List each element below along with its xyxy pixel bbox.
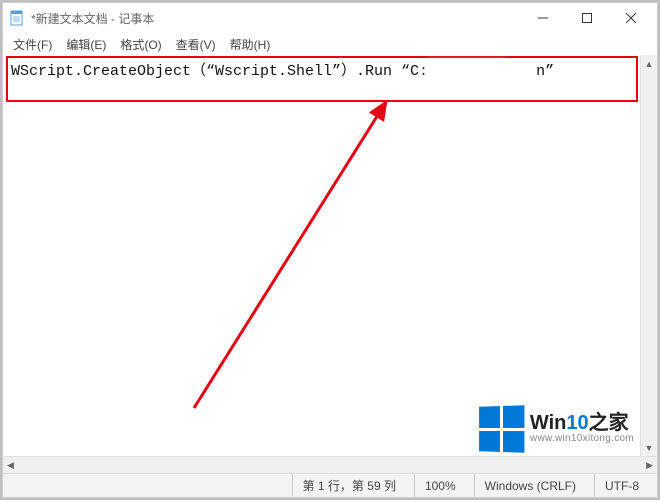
menu-format[interactable]: 格式(O) [114, 34, 167, 55]
notepad-icon [9, 10, 25, 26]
horizontal-scrollbar[interactable]: ◀ ▶ [3, 456, 657, 473]
scroll-right-icon[interactable]: ▶ [646, 460, 653, 471]
titlebar: *新建文本文档 - 记事本 [3, 3, 657, 33]
menu-help[interactable]: 帮助(H) [224, 34, 277, 55]
close-button[interactable] [609, 4, 653, 32]
menu-edit[interactable]: 编辑(E) [60, 34, 112, 55]
menu-view[interactable]: 查看(V) [170, 34, 222, 55]
menu-file[interactable]: 文件(F) [7, 34, 58, 55]
status-line-ending: Windows (CRLF) [474, 474, 586, 497]
status-zoom: 100% [414, 474, 466, 497]
vertical-scrollbar[interactable]: ▲ ▼ [640, 55, 657, 456]
scroll-down-icon[interactable]: ▼ [641, 439, 657, 456]
window-title: *新建文本文档 - 记事本 [31, 10, 154, 27]
scroll-up-icon[interactable]: ▲ [641, 55, 657, 72]
scroll-left-icon[interactable]: ◀ [7, 460, 14, 471]
menubar: 文件(F) 编辑(E) 格式(O) 查看(V) 帮助(H) [3, 33, 657, 55]
minimize-button[interactable] [521, 4, 565, 32]
text-editor[interactable] [3, 55, 640, 456]
maximize-button[interactable] [565, 4, 609, 32]
window-controls [521, 4, 653, 32]
status-position: 第 1 行，第 59 列 [292, 474, 406, 497]
status-encoding: UTF-8 [594, 474, 649, 497]
notepad-window: *新建文本文档 - 记事本 文件(F) 编辑(E) 格式(O) 查看(V) 帮助… [2, 2, 658, 498]
editor-area: ▲ ▼ [3, 55, 657, 456]
statusbar: 第 1 行，第 59 列 100% Windows (CRLF) UTF-8 [3, 473, 657, 497]
